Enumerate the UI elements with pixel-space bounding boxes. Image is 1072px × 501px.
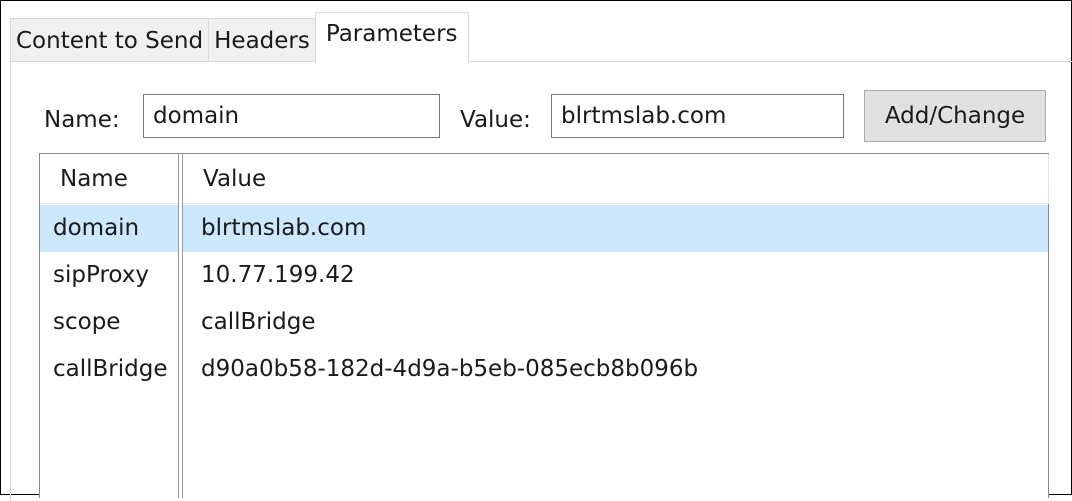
value-input[interactable] bbox=[551, 94, 844, 138]
value-label: Value: bbox=[460, 107, 531, 133]
table-header: Name Value bbox=[40, 154, 1049, 204]
table-row[interactable]: scope callBridge bbox=[40, 299, 1048, 346]
table-row[interactable]: sipProxy 10.77.199.42 bbox=[40, 252, 1048, 299]
row-name: domain bbox=[53, 215, 140, 241]
name-label: Name: bbox=[44, 107, 120, 133]
parameters-table: Name Value domain blrtmslab.com sipProxy… bbox=[39, 153, 1049, 498]
column-header-name[interactable]: Name bbox=[60, 165, 128, 193]
row-name: scope bbox=[53, 309, 121, 335]
row-value: blrtmslab.com bbox=[201, 215, 367, 241]
tab-label: Parameters bbox=[325, 21, 458, 47]
row-value: callBridge bbox=[201, 309, 316, 335]
tab-content-to-send[interactable]: Content to Send bbox=[10, 18, 210, 62]
add-change-button[interactable]: Add/Change bbox=[864, 90, 1046, 142]
tab-label: Content to Send bbox=[16, 27, 204, 54]
table-row[interactable]: domain blrtmslab.com bbox=[40, 205, 1048, 252]
tab-headers[interactable]: Headers bbox=[208, 18, 316, 62]
tab-strip: Content to Send Headers Parameters bbox=[10, 12, 469, 62]
column-header-value[interactable]: Value bbox=[203, 165, 266, 193]
row-name: sipProxy bbox=[53, 262, 149, 288]
row-name: callBridge bbox=[53, 356, 168, 382]
table-row[interactable]: callBridge d90a0b58-182d-4d9a-b5eb-085ec… bbox=[40, 346, 1048, 393]
row-value: 10.77.199.42 bbox=[201, 262, 355, 288]
row-value: d90a0b58-182d-4d9a-b5eb-085ecb8b096b bbox=[201, 356, 699, 382]
header-divider bbox=[1048, 154, 1049, 204]
tab-label: Headers bbox=[214, 27, 310, 54]
tab-parameters[interactable]: Parameters bbox=[314, 12, 469, 62]
name-input[interactable] bbox=[143, 94, 440, 138]
column-resize-handle[interactable] bbox=[178, 154, 183, 498]
